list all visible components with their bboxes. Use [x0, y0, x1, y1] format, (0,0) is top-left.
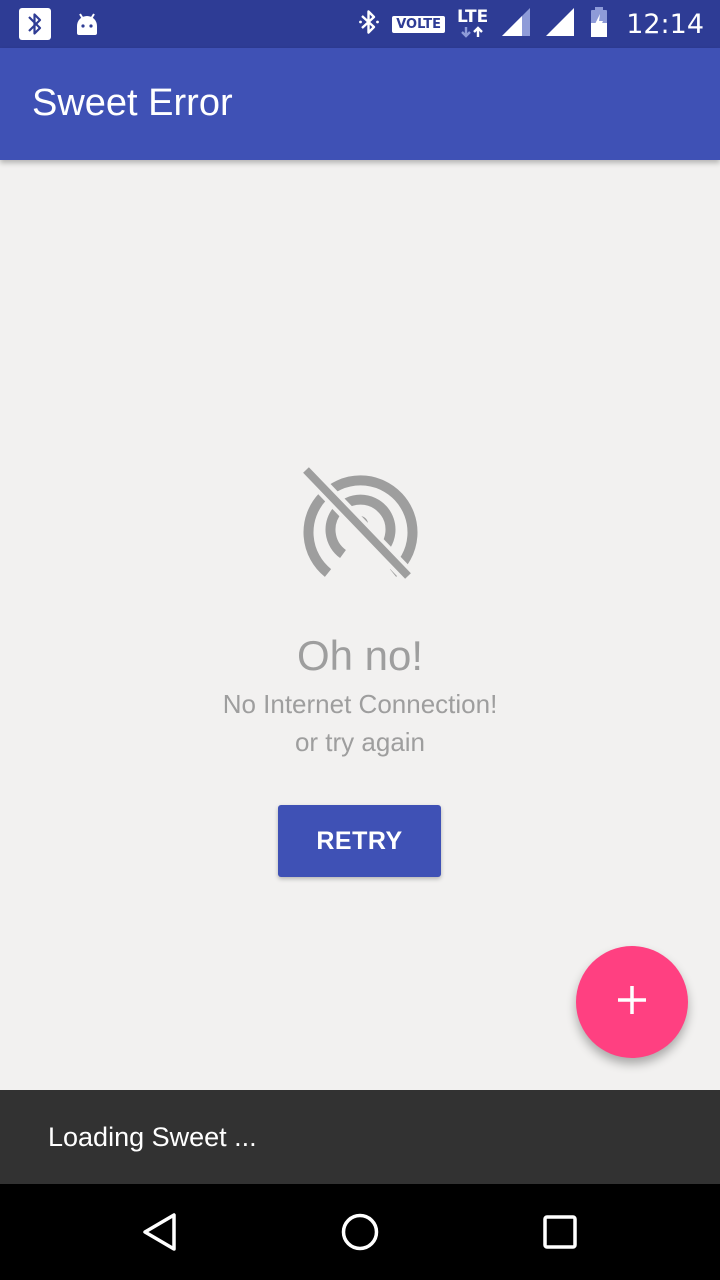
status-left-icons [18, 8, 102, 44]
fab-add-button[interactable] [576, 946, 688, 1058]
screen: VOLTE LTE 12:14 Sweet Error Oh no! No In… [0, 0, 720, 1280]
lte-icon: LTE [457, 9, 488, 39]
error-title: Oh no! [296, 632, 424, 679]
bluetooth-icon [358, 7, 380, 41]
app-bar: Sweet Error [0, 48, 720, 160]
plus-icon [616, 984, 648, 1020]
lte-label: LTE [456, 7, 489, 27]
bluetooth-notification-icon [18, 8, 52, 44]
no-signal-icon [296, 462, 424, 584]
error-hint: or try again [294, 727, 426, 757]
status-right-icons: VOLTE LTE 12:14 [358, 6, 704, 42]
android-icon [72, 9, 102, 43]
app-title: Sweet Error [32, 82, 233, 124]
back-icon[interactable] [136, 1208, 184, 1256]
nav-bar [0, 1184, 720, 1280]
status-time: 12:14 [626, 8, 704, 40]
signal-icon [500, 6, 532, 42]
error-message: No Internet Connection! [222, 689, 498, 719]
snackbar-text: Loading Sweet ... [48, 1122, 257, 1152]
signal-icon-2 [544, 6, 576, 42]
retry-button[interactable]: RETRY [278, 805, 441, 877]
volte-icon: VOLTE [392, 15, 445, 33]
recents-icon[interactable] [536, 1208, 584, 1256]
status-bar: VOLTE LTE 12:14 [0, 0, 720, 48]
snackbar: Loading Sweet ... [0, 1090, 720, 1184]
battery-icon [588, 6, 610, 42]
home-icon[interactable] [336, 1208, 384, 1256]
